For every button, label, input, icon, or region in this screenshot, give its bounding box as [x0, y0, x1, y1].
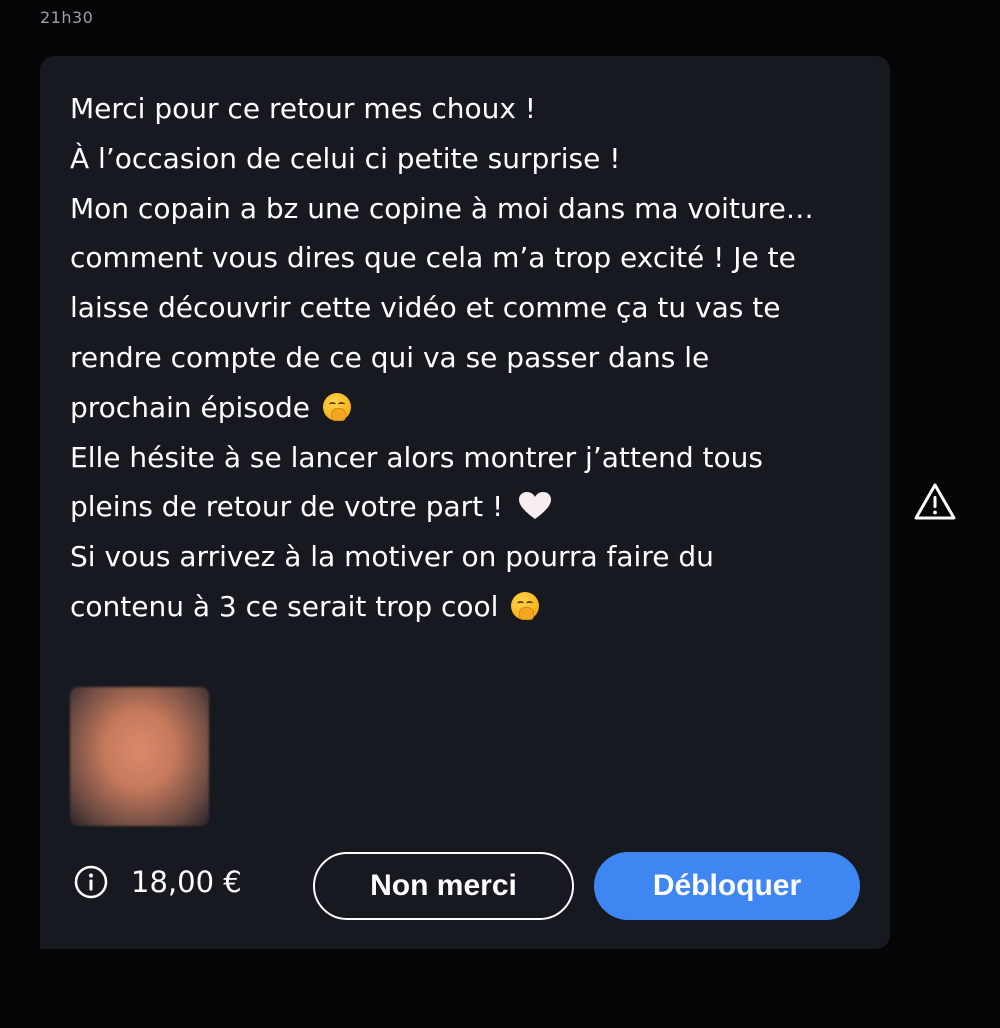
warning-icon[interactable]	[913, 482, 957, 522]
message-line-with-emoji: pleins de retour de votre part !	[70, 482, 870, 532]
message-line: rendre compte de ce qui va se passer dan…	[70, 340, 710, 374]
message-line: Mon copain a bz une copine à moi dans ma…	[70, 191, 814, 225]
unlock-button-label: Débloquer	[652, 869, 802, 902]
hand-over-mouth-emoji-icon	[511, 591, 540, 620]
message-line-with-emoji: contenu à 3 ce serait trop cool	[70, 582, 870, 632]
message-line-with-emoji: prochain épisode	[70, 383, 870, 433]
message-line: contenu à 3 ce serait trop cool	[70, 589, 499, 623]
message-line: comment vous dires que cela m’a trop exc…	[70, 241, 796, 275]
price-label: 18,00 €	[131, 865, 242, 899]
message-line: prochain épisode	[70, 390, 311, 424]
hand-over-mouth-emoji-icon	[322, 392, 351, 421]
message-line: laisse découvrir cette vidéo et comme ça…	[70, 291, 781, 325]
message-line: pleins de retour de votre part !	[70, 490, 504, 524]
message-line: Merci pour ce retour mes choux !	[70, 92, 537, 125]
white-heart-emoji-icon	[519, 492, 552, 520]
unlock-button[interactable]: Débloquer	[594, 852, 860, 920]
message-line: Elle hésite à se lancer alors montrer j’…	[70, 440, 763, 474]
message-line: À l’occasion de celui ci petite surprise…	[70, 141, 621, 175]
message-timestamp: 21h30	[40, 8, 94, 27]
decline-button[interactable]: Non merci	[313, 852, 574, 920]
locked-media-thumbnail[interactable]	[70, 687, 209, 826]
purchase-bar: 18,00 € Non merci Débloquer	[70, 852, 860, 920]
message-line: Si vous arrivez à la motiver on pourra f…	[70, 540, 714, 574]
decline-button-label: Non merci	[370, 869, 517, 902]
paid-message-card: Merci pour ce retour mes choux ! À l’occ…	[40, 56, 890, 949]
info-icon[interactable]	[74, 865, 108, 899]
message-body: Merci pour ce retour mes choux ! À l’occ…	[70, 84, 870, 632]
